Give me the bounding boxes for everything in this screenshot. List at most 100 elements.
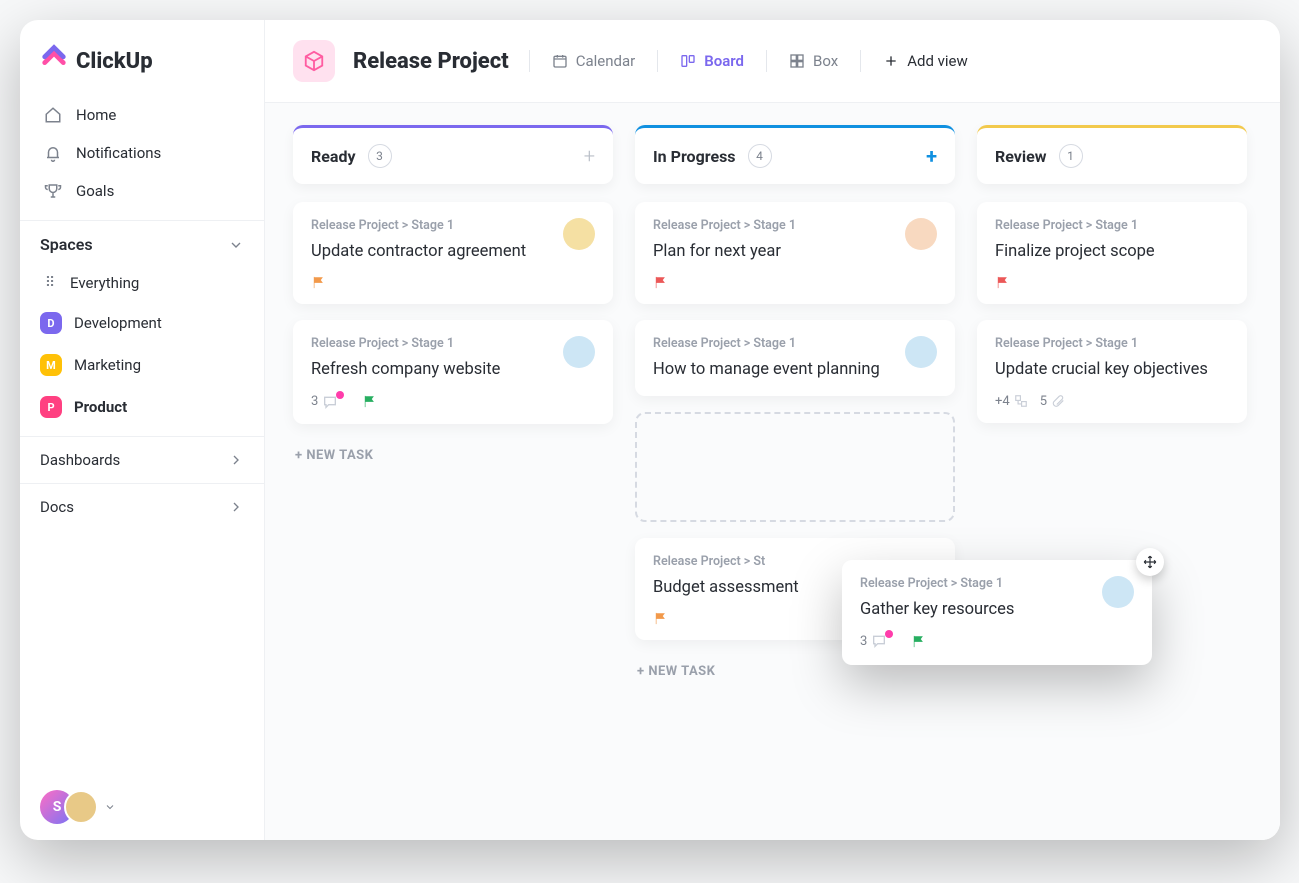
assignee-avatar[interactable] bbox=[563, 336, 595, 368]
bell-icon bbox=[44, 144, 62, 162]
nav-home[interactable]: Home bbox=[30, 96, 254, 134]
divider bbox=[766, 50, 767, 72]
card-breadcrumb: Release Project > Stage 1 bbox=[653, 218, 796, 233]
column-ready: Ready 3 + Release Project > Stage 1 Upda… bbox=[293, 125, 613, 840]
flag-icon[interactable] bbox=[653, 611, 668, 626]
comment-number: 3 bbox=[860, 634, 867, 649]
user-avatar-secondary bbox=[64, 790, 98, 824]
flag-icon[interactable] bbox=[653, 275, 668, 290]
main-content: Release Project Calendar Board Box Add v… bbox=[265, 20, 1280, 840]
cube-icon bbox=[303, 50, 325, 72]
space-product[interactable]: P Product bbox=[20, 386, 264, 428]
paperclip-icon bbox=[1051, 394, 1065, 408]
card-title: Update contractor agreement bbox=[311, 241, 526, 263]
brand-name: ClickUp bbox=[76, 49, 153, 74]
drag-handle[interactable] bbox=[1136, 548, 1164, 576]
view-calendar[interactable]: Calendar bbox=[550, 48, 638, 74]
task-card[interactable]: Release Project > Stage 1 Finalize proje… bbox=[977, 202, 1247, 304]
new-task-button[interactable]: + NEW TASK bbox=[293, 440, 613, 471]
space-everything[interactable]: ⠿ Everything bbox=[20, 264, 264, 302]
view-board[interactable]: Board bbox=[678, 48, 746, 74]
spaces-header[interactable]: Spaces bbox=[20, 220, 264, 264]
brand-logo[interactable]: ClickUp bbox=[20, 20, 264, 96]
task-card[interactable]: Release Project > Stage 1 Update crucial… bbox=[977, 320, 1247, 422]
attachment-count[interactable]: 5 bbox=[1040, 394, 1065, 409]
project-title: Release Project bbox=[353, 49, 509, 74]
sidebar: ClickUp Home Notifications Goals Spaces … bbox=[20, 20, 265, 840]
nav-goals-label: Goals bbox=[76, 182, 114, 200]
space-badge: D bbox=[40, 312, 62, 334]
view-board-label: Board bbox=[704, 52, 744, 70]
subtask-count[interactable]: +4 bbox=[995, 394, 1028, 409]
add-view-label: Add view bbox=[907, 52, 968, 70]
divider bbox=[529, 50, 530, 72]
card-breadcrumb: Release Project > Stage 1 bbox=[860, 576, 1014, 591]
column-add-task[interactable]: + bbox=[584, 146, 595, 166]
space-label: Marketing bbox=[74, 356, 141, 374]
comment-number: 3 bbox=[311, 394, 318, 409]
grid-icon: ⠿ bbox=[40, 274, 58, 292]
flag-icon[interactable] bbox=[911, 634, 926, 649]
kanban-board: Ready 3 + Release Project > Stage 1 Upda… bbox=[293, 125, 1280, 840]
view-box[interactable]: Box bbox=[787, 48, 840, 74]
drop-placeholder bbox=[635, 412, 955, 522]
task-card[interactable]: Release Project > Stage 1 Update contrac… bbox=[293, 202, 613, 304]
column-count: 1 bbox=[1059, 144, 1083, 168]
chevron-right-icon bbox=[228, 499, 244, 515]
nav-docs[interactable]: Docs bbox=[20, 483, 264, 530]
move-icon bbox=[1143, 555, 1157, 569]
card-breadcrumb: Release Project > Stage 1 bbox=[995, 218, 1229, 233]
space-label: Development bbox=[74, 314, 162, 332]
nav-dashboards[interactable]: Dashboards bbox=[20, 436, 264, 483]
column-header[interactable]: In Progress 4 + bbox=[635, 125, 955, 184]
flag-icon[interactable] bbox=[995, 275, 1010, 290]
column-add-task[interactable]: + bbox=[926, 146, 937, 166]
plus-icon bbox=[883, 53, 899, 69]
add-view[interactable]: Add view bbox=[881, 48, 970, 74]
project-icon[interactable] bbox=[293, 40, 335, 82]
comment-count[interactable]: 3 bbox=[860, 633, 899, 649]
comment-count[interactable]: 3 bbox=[311, 394, 350, 410]
chevron-right-icon bbox=[228, 452, 244, 468]
nav-notifications-label: Notifications bbox=[76, 144, 161, 162]
user-menu[interactable]: S bbox=[20, 774, 264, 840]
divider bbox=[860, 50, 861, 72]
task-card[interactable]: Release Project > Stage 1 Plan for next … bbox=[635, 202, 955, 304]
task-card[interactable]: Release Project > Stage 1 Refresh compan… bbox=[293, 320, 613, 423]
attachment-number: 5 bbox=[1040, 394, 1047, 409]
spaces-label: Spaces bbox=[40, 235, 93, 254]
nav-dashboards-label: Dashboards bbox=[40, 451, 120, 469]
logo-icon bbox=[40, 44, 68, 78]
space-everything-label: Everything bbox=[70, 274, 139, 292]
card-breadcrumb: Release Project > Stage 1 bbox=[653, 336, 880, 351]
space-marketing[interactable]: M Marketing bbox=[20, 344, 264, 386]
column-title: Review bbox=[995, 147, 1047, 166]
dragging-task-card[interactable]: Release Project > Stage 1 Gather key res… bbox=[842, 560, 1152, 665]
column-in-progress: In Progress 4 + Release Project > Stage … bbox=[635, 125, 955, 840]
card-breadcrumb: Release Project > Stage 1 bbox=[311, 218, 526, 233]
trophy-icon bbox=[44, 182, 62, 200]
nav-goals[interactable]: Goals bbox=[30, 172, 254, 210]
assignee-avatar[interactable] bbox=[1102, 576, 1134, 608]
unread-dot bbox=[336, 391, 344, 399]
space-badge: M bbox=[40, 354, 62, 376]
assignee-avatar[interactable] bbox=[563, 218, 595, 250]
flag-icon[interactable] bbox=[311, 275, 326, 290]
column-header[interactable]: Review 1 bbox=[977, 125, 1247, 184]
board-icon bbox=[680, 53, 696, 69]
space-development[interactable]: D Development bbox=[20, 302, 264, 344]
task-card[interactable]: Release Project > Stage 1 How to manage … bbox=[635, 320, 955, 395]
assignee-avatar[interactable] bbox=[905, 218, 937, 250]
column-header[interactable]: Ready 3 + bbox=[293, 125, 613, 184]
home-icon bbox=[44, 106, 62, 124]
caret-down-icon bbox=[104, 801, 116, 813]
assignee-avatar[interactable] bbox=[905, 336, 937, 368]
nav-notifications[interactable]: Notifications bbox=[30, 134, 254, 172]
subtask-icon bbox=[1014, 394, 1028, 408]
nav-docs-label: Docs bbox=[40, 498, 74, 516]
view-calendar-label: Calendar bbox=[576, 52, 636, 70]
nav-home-label: Home bbox=[76, 106, 116, 124]
card-title: Gather key resources bbox=[860, 599, 1014, 621]
card-title: How to manage event planning bbox=[653, 359, 880, 381]
flag-icon[interactable] bbox=[362, 394, 377, 409]
